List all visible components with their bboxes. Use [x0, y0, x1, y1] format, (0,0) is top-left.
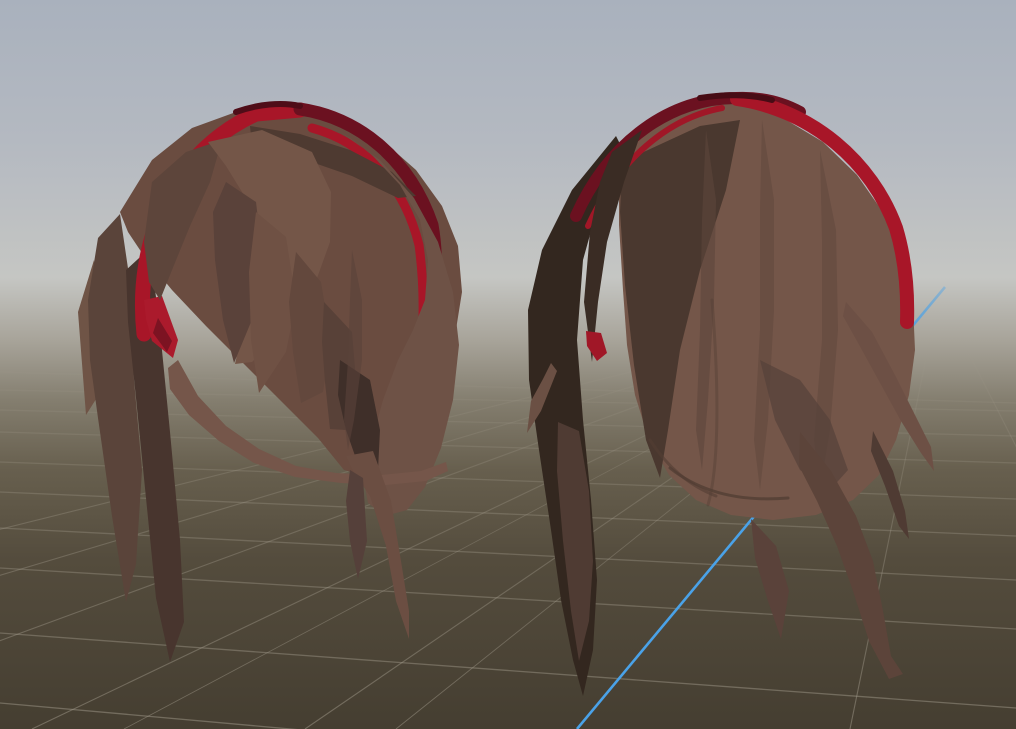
scene-viewport[interactable] [0, 0, 1016, 729]
scene-canvas[interactable] [0, 0, 1016, 729]
